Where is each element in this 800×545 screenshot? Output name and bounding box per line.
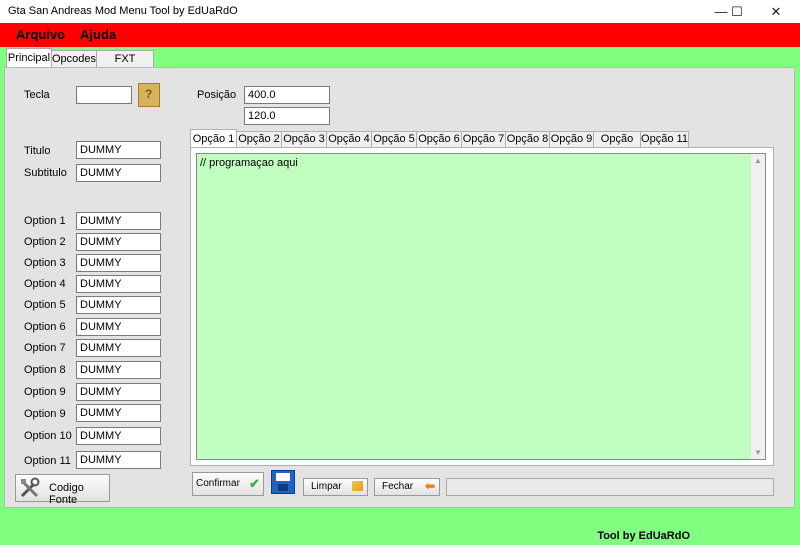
- menu-bar: Arquivo Ajuda: [0, 23, 800, 47]
- option-input[interactable]: DUMMY: [76, 275, 161, 293]
- confirmar-button[interactable]: Confirmar ✔: [192, 472, 264, 496]
- tab-opcodes[interactable]: Opcodes: [51, 50, 97, 67]
- option-label: Option 3: [24, 257, 66, 269]
- codigo-fonte-label: Codigo Fonte: [49, 482, 84, 506]
- title-bar: Gta San Andreas Mod Menu Tool by EdUaRdO…: [0, 0, 800, 23]
- option-tab[interactable]: Opção 3: [281, 131, 327, 147]
- back-arrow-icon: ⬅: [425, 479, 436, 493]
- option-input[interactable]: DUMMY: [76, 233, 161, 251]
- menu-ajuda[interactable]: Ajuda: [80, 27, 116, 42]
- code-editor-text: // programaçao aqui: [200, 157, 298, 169]
- option-tab[interactable]: Opção 9: [549, 131, 594, 147]
- window-title: Gta San Andreas Mod Menu Tool by EdUaRdO: [8, 5, 238, 17]
- option-input[interactable]: DUMMY: [76, 339, 161, 357]
- checkmark-icon: ✔: [249, 476, 260, 491]
- posicao-x-input[interactable]: 400.0: [244, 86, 330, 104]
- option-tab[interactable]: Opção 7: [461, 131, 506, 147]
- status-box: [446, 478, 774, 496]
- tab-principal[interactable]: Principal: [6, 48, 52, 68]
- fechar-button[interactable]: Fechar ⬅: [374, 478, 440, 496]
- option-input[interactable]: DUMMY: [76, 296, 161, 314]
- option-label: Option 6: [24, 321, 66, 333]
- option-input[interactable]: DUMMY: [76, 212, 161, 230]
- option-label: Option 9: [24, 408, 66, 420]
- option-input[interactable]: DUMMY: [76, 318, 161, 336]
- tecla-label: Tecla: [24, 89, 50, 101]
- option-label: Option 4: [24, 278, 66, 290]
- titulo-input[interactable]: DUMMY: [76, 141, 161, 159]
- option-label: Option 8: [24, 364, 66, 376]
- tecla-input[interactable]: [76, 86, 132, 104]
- option-input[interactable]: DUMMY: [76, 451, 161, 469]
- tools-icon: [19, 477, 41, 499]
- tab-fxt-creator[interactable]: FXT Creator: [96, 50, 154, 81]
- eraser-icon: [352, 481, 363, 491]
- subtitulo-label: Subtitulo: [24, 167, 67, 179]
- scroll-up-icon[interactable]: ▲: [754, 156, 762, 165]
- option-tab[interactable]: Opção 4: [326, 131, 372, 147]
- fechar-label: Fechar: [382, 481, 414, 492]
- option-label: Option 11: [24, 455, 71, 467]
- maximize-button[interactable]: ☐: [720, 0, 754, 23]
- option-input[interactable]: DUMMY: [76, 254, 161, 272]
- option-input[interactable]: DUMMY: [76, 361, 161, 379]
- floppy-disk-icon[interactable]: [271, 470, 295, 494]
- option-tab[interactable]: Opção 1: [190, 129, 237, 148]
- option-label: Option 5: [24, 299, 66, 311]
- option-tab[interactable]: Opção 5: [371, 131, 417, 147]
- option-input[interactable]: DUMMY: [76, 383, 161, 401]
- option-tab[interactable]: Opção 8: [505, 131, 550, 147]
- option-label: Option 10: [24, 430, 72, 442]
- help-box-icon[interactable]: ?: [138, 83, 160, 107]
- option-label: Option 7: [24, 342, 66, 354]
- option-tab[interactable]: Opção 10: [593, 131, 641, 160]
- scroll-down-icon[interactable]: ▼: [754, 448, 762, 457]
- option-label: Option 9: [24, 386, 66, 398]
- subtitulo-input[interactable]: DUMMY: [76, 164, 161, 182]
- footer-credit: Tool by EdUaRdO: [597, 530, 690, 542]
- option-tab[interactable]: Opção 11: [640, 131, 689, 147]
- option-tab[interactable]: Opção 6: [416, 131, 462, 147]
- code-editor[interactable]: // programaçao aqui: [196, 153, 752, 460]
- option-label: Option 2: [24, 236, 66, 248]
- close-button[interactable]: ✕: [759, 0, 793, 23]
- option-tab[interactable]: Opção 2: [236, 131, 282, 147]
- posicao-y-input[interactable]: 120.0: [244, 107, 330, 125]
- menu-arquivo[interactable]: Arquivo: [16, 27, 65, 42]
- posicao-label: Posição: [197, 89, 237, 101]
- option-input[interactable]: DUMMY: [76, 404, 161, 422]
- codigo-fonte-button[interactable]: Codigo Fonte: [15, 474, 110, 506]
- confirmar-label: Confirmar: [196, 478, 240, 489]
- limpar-label: Limpar: [311, 481, 342, 492]
- titulo-label: Titulo: [24, 145, 51, 157]
- limpar-button[interactable]: Limpar: [303, 478, 368, 496]
- editor-scrollbar[interactable]: ▲ ▼: [751, 153, 766, 460]
- option-input[interactable]: DUMMY: [76, 427, 161, 445]
- option-label: Option 1: [24, 215, 66, 227]
